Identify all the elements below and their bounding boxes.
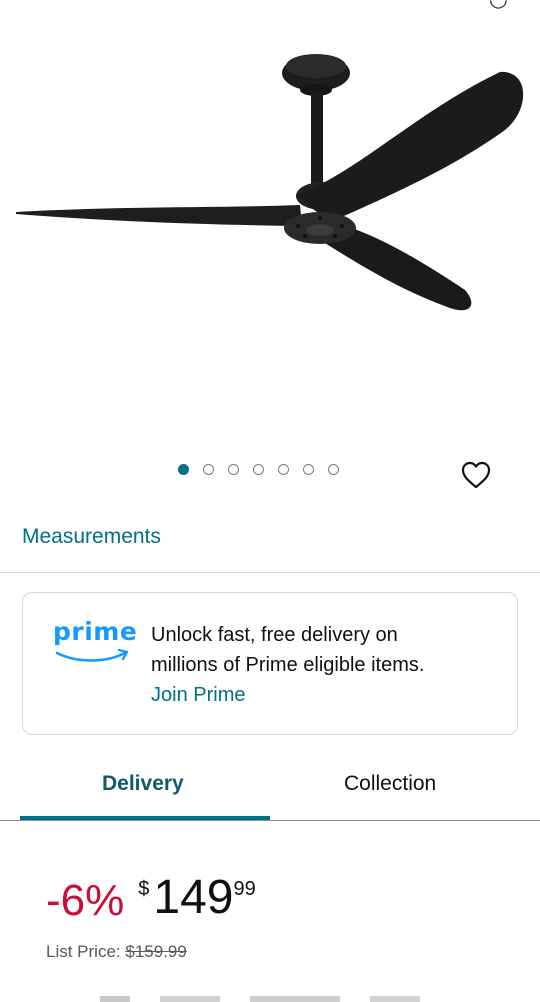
carousel-dot[interactable] <box>328 464 339 475</box>
measurements-link[interactable]: Measurements <box>22 525 161 549</box>
tab-collection[interactable]: Collection <box>344 772 436 796</box>
price-fraction: 99 <box>233 878 256 900</box>
list-price: List Price: $159.99 <box>46 942 187 962</box>
active-tab-indicator <box>20 816 270 820</box>
prime-logo: prime <box>53 617 137 662</box>
ceiling-fan-image <box>16 54 524 311</box>
carousel-dot[interactable] <box>253 464 264 475</box>
prime-logo-text: prime <box>53 617 138 646</box>
top-share-icon[interactable]: ◡ <box>489 0 508 12</box>
discount-percent: -6% <box>46 876 125 925</box>
product-image[interactable]: ◡ <box>0 0 540 440</box>
prime-line-1: Unlock fast, free delivery on <box>151 624 398 646</box>
carousel-dot[interactable] <box>228 464 239 475</box>
divider <box>0 572 540 573</box>
fulfillment-tabs: Delivery Collection <box>0 762 540 822</box>
heart-icon[interactable] <box>460 459 492 491</box>
carousel-dot[interactable] <box>278 464 289 475</box>
carousel-dot[interactable] <box>303 464 314 475</box>
price-whole: 149 <box>153 871 234 924</box>
carousel-dot[interactable] <box>178 464 189 475</box>
tabs-divider <box>0 820 540 821</box>
list-price-label: List Price: <box>46 942 121 961</box>
prime-smile-icon <box>55 648 129 662</box>
carousel-dot[interactable] <box>203 464 214 475</box>
price-block: -6% $ 149 99 <box>46 872 256 926</box>
prime-promo-card[interactable]: prime Unlock fast, free delivery on mill… <box>22 592 518 735</box>
tab-delivery[interactable]: Delivery <box>102 772 184 796</box>
prime-line-2: millions of Prime eligible items. <box>151 654 425 676</box>
price-currency: $ <box>138 878 150 900</box>
cutoff-text-row <box>100 996 420 1002</box>
image-carousel-dots[interactable] <box>178 464 339 475</box>
prime-promo-text: Unlock fast, free delivery on millions o… <box>151 620 511 710</box>
list-price-value: $159.99 <box>125 942 187 961</box>
join-prime-link[interactable]: Join Prime <box>151 680 511 710</box>
